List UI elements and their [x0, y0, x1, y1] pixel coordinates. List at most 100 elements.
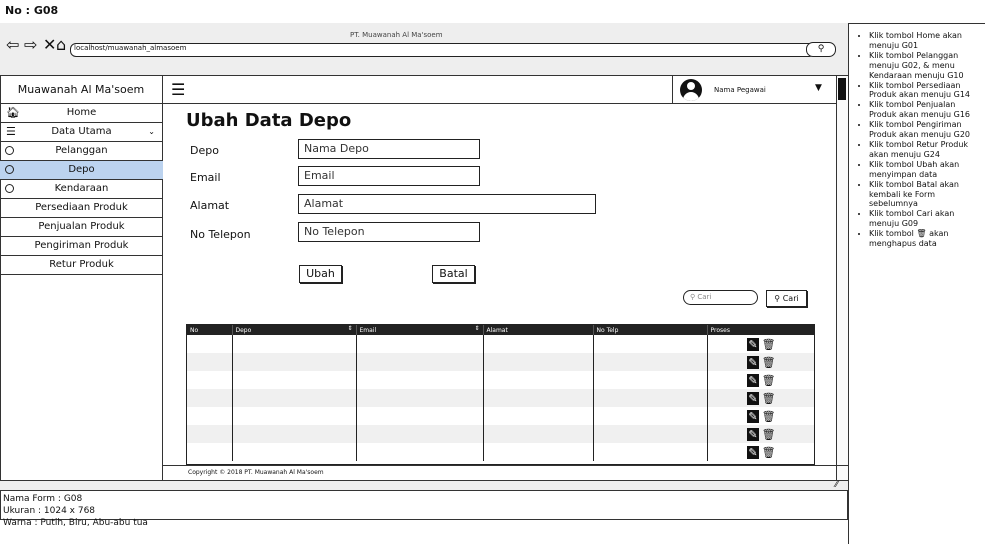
column-header-depo[interactable]: Depo ⇕ [232, 325, 357, 335]
resize-handle-icon[interactable]: ⁄⁄ [835, 480, 838, 489]
notes-panel: Klik tombol Home akan menuju G01Klik tom… [848, 23, 985, 544]
frame-header [0, 0, 985, 24]
table-cell [356, 371, 484, 389]
vertical-scrollbar[interactable] [836, 76, 848, 480]
sidebar-item-penjualan[interactable]: Penjualan Produk [0, 218, 163, 237]
sidebar-item-depo[interactable]: Depo [0, 161, 163, 180]
row-actions: ✎ 🗑︎ [707, 371, 814, 389]
chevron-down-icon: ⌄ [148, 127, 155, 136]
sidebar-item-pelanggan[interactable]: Pelanggan [0, 142, 163, 161]
form-colors: Warna : Putih, Biru, Abu-abu tua [3, 518, 148, 528]
sidebar-item-data-utama[interactable]: ☰ Data Utama ⌄ [0, 123, 163, 142]
sidebar-item-label: Penjualan Produk [38, 221, 125, 232]
sidebar-item-label: Depo [68, 164, 95, 175]
sidebar-item-label: Home [66, 107, 97, 118]
sidebar-item-home[interactable]: 🏠︎ Home [0, 104, 163, 123]
menu-icon[interactable]: ☰ [171, 80, 185, 99]
trash-icon[interactable]: 🗑︎ [762, 374, 776, 387]
chevron-down-icon[interactable]: ▼ [815, 83, 822, 93]
sort-icon[interactable]: ⇕ [474, 325, 479, 332]
column-header-label: Depo [235, 326, 252, 334]
data-table: No Depo ⇕ Email ⇕ Alamat No Telp Proses ✎ 🗑… [186, 324, 815, 465]
scrollbar-thumb[interactable] [838, 78, 846, 100]
trash-icon[interactable]: 🗑︎ [762, 428, 776, 441]
edit-icon[interactable]: ✎ [747, 445, 759, 459]
search-input[interactable]: ⚲ Cari [683, 290, 758, 305]
trash-icon[interactable]: 🗑︎ [762, 446, 776, 459]
brand-label: Muawanah Al Ma'soem [0, 76, 163, 104]
table-cell [483, 407, 594, 425]
edit-icon[interactable]: ✎ [747, 391, 759, 405]
search-button[interactable]: ⚲ Cari [766, 290, 807, 307]
back-icon[interactable]: ⇦ [6, 37, 19, 53]
sidebar-item-persediaan[interactable]: Persediaan Produk [0, 199, 163, 218]
table-cell [232, 443, 357, 461]
edit-icon[interactable]: ✎ [747, 409, 759, 423]
table-row: ✎ 🗑︎ [187, 389, 814, 407]
column-header-alamat[interactable]: Alamat [483, 325, 594, 335]
email-input[interactable]: Email [298, 166, 480, 186]
sidebar-item-retur[interactable]: Retur Produk [0, 256, 163, 275]
status-bar [0, 480, 848, 491]
table-cell [187, 371, 233, 389]
close-icon[interactable]: ✕ [43, 37, 56, 53]
save-button[interactable]: Ubah [299, 265, 342, 283]
row-actions: ✎ 🗑︎ [707, 407, 814, 425]
note-item: Klik tombol Cari akan menuju G09 [869, 209, 981, 229]
table-cell [187, 353, 233, 371]
edit-icon[interactable]: ✎ [747, 337, 759, 351]
alamat-label: Alamat [190, 199, 230, 212]
table-row: ✎ 🗑︎ [187, 425, 814, 443]
column-header-no[interactable]: No [187, 325, 233, 335]
sidebar-item-label: Retur Produk [49, 259, 114, 270]
table-cell [356, 425, 484, 443]
table-cell [232, 353, 357, 371]
table-row: ✎ 🗑︎ [187, 335, 814, 353]
home-nav-icon[interactable]: ⌂ [56, 37, 66, 53]
form-info: Nama Form : G08 Ukuran : 1024 x 768 Warn… [3, 493, 148, 529]
edit-icon[interactable]: ✎ [747, 373, 759, 387]
table-row: ✎ 🗑︎ [187, 443, 814, 461]
trash-icon[interactable]: 🗑︎ [762, 356, 776, 369]
form-name: Nama Form : G08 [3, 494, 83, 504]
note-item: Klik tombol Persediaan Produk akan menuj… [869, 81, 981, 101]
telepon-input[interactable]: No Telepon [298, 222, 480, 242]
search-icon[interactable]: ⚲ [806, 42, 836, 57]
email-label: Email [190, 171, 221, 184]
column-header-email[interactable]: Email ⇕ [356, 325, 484, 335]
alamat-input[interactable]: Alamat [298, 194, 596, 214]
edit-icon[interactable]: ✎ [747, 427, 759, 441]
table-cell [356, 335, 484, 353]
row-actions: ✎ 🗑︎ [707, 353, 814, 371]
table-cell [483, 443, 594, 461]
column-header-no-telp[interactable]: No Telp [593, 325, 708, 335]
sidebar-item-label: Data Utama [51, 126, 112, 137]
trash-icon[interactable]: 🗑︎ [762, 410, 776, 423]
table-cell [483, 335, 594, 353]
table-row: ✎ 🗑︎ [187, 407, 814, 425]
table-cell [593, 371, 708, 389]
table-cell [232, 335, 357, 353]
forward-icon[interactable]: ⇨ [24, 37, 37, 53]
edit-icon[interactable]: ✎ [747, 355, 759, 369]
depo-input[interactable]: Nama Depo [298, 139, 480, 159]
table-header: No Depo ⇕ Email ⇕ Alamat No Telp Proses [187, 325, 814, 335]
table-cell [187, 425, 233, 443]
table-cell [232, 425, 357, 443]
note-item: Klik tombol 🗑 akan menghapus data [869, 229, 981, 249]
sort-icon[interactable]: ⇕ [347, 325, 352, 332]
table-cell [187, 443, 233, 461]
page-title: Ubah Data Depo [186, 110, 352, 131]
trash-icon[interactable]: 🗑︎ [762, 392, 776, 405]
trash-icon[interactable]: 🗑︎ [762, 338, 776, 351]
telepon-label: No Telepon [190, 228, 251, 241]
sidebar-item-kendaraan[interactable]: Kendaraan [0, 180, 163, 199]
column-header-proses[interactable]: Proses [707, 325, 814, 335]
sidebar-item-pengiriman[interactable]: Pengiriman Produk [0, 237, 163, 256]
note-item: Klik tombol Retur Produk akan menuju G24 [869, 140, 981, 160]
table-cell [232, 371, 357, 389]
frame-number: No : G08 [5, 4, 59, 17]
browser-title: PT. Muawanah Al Ma'soem [350, 31, 443, 39]
cancel-button[interactable]: Batal [432, 265, 475, 283]
table-cell [356, 353, 484, 371]
